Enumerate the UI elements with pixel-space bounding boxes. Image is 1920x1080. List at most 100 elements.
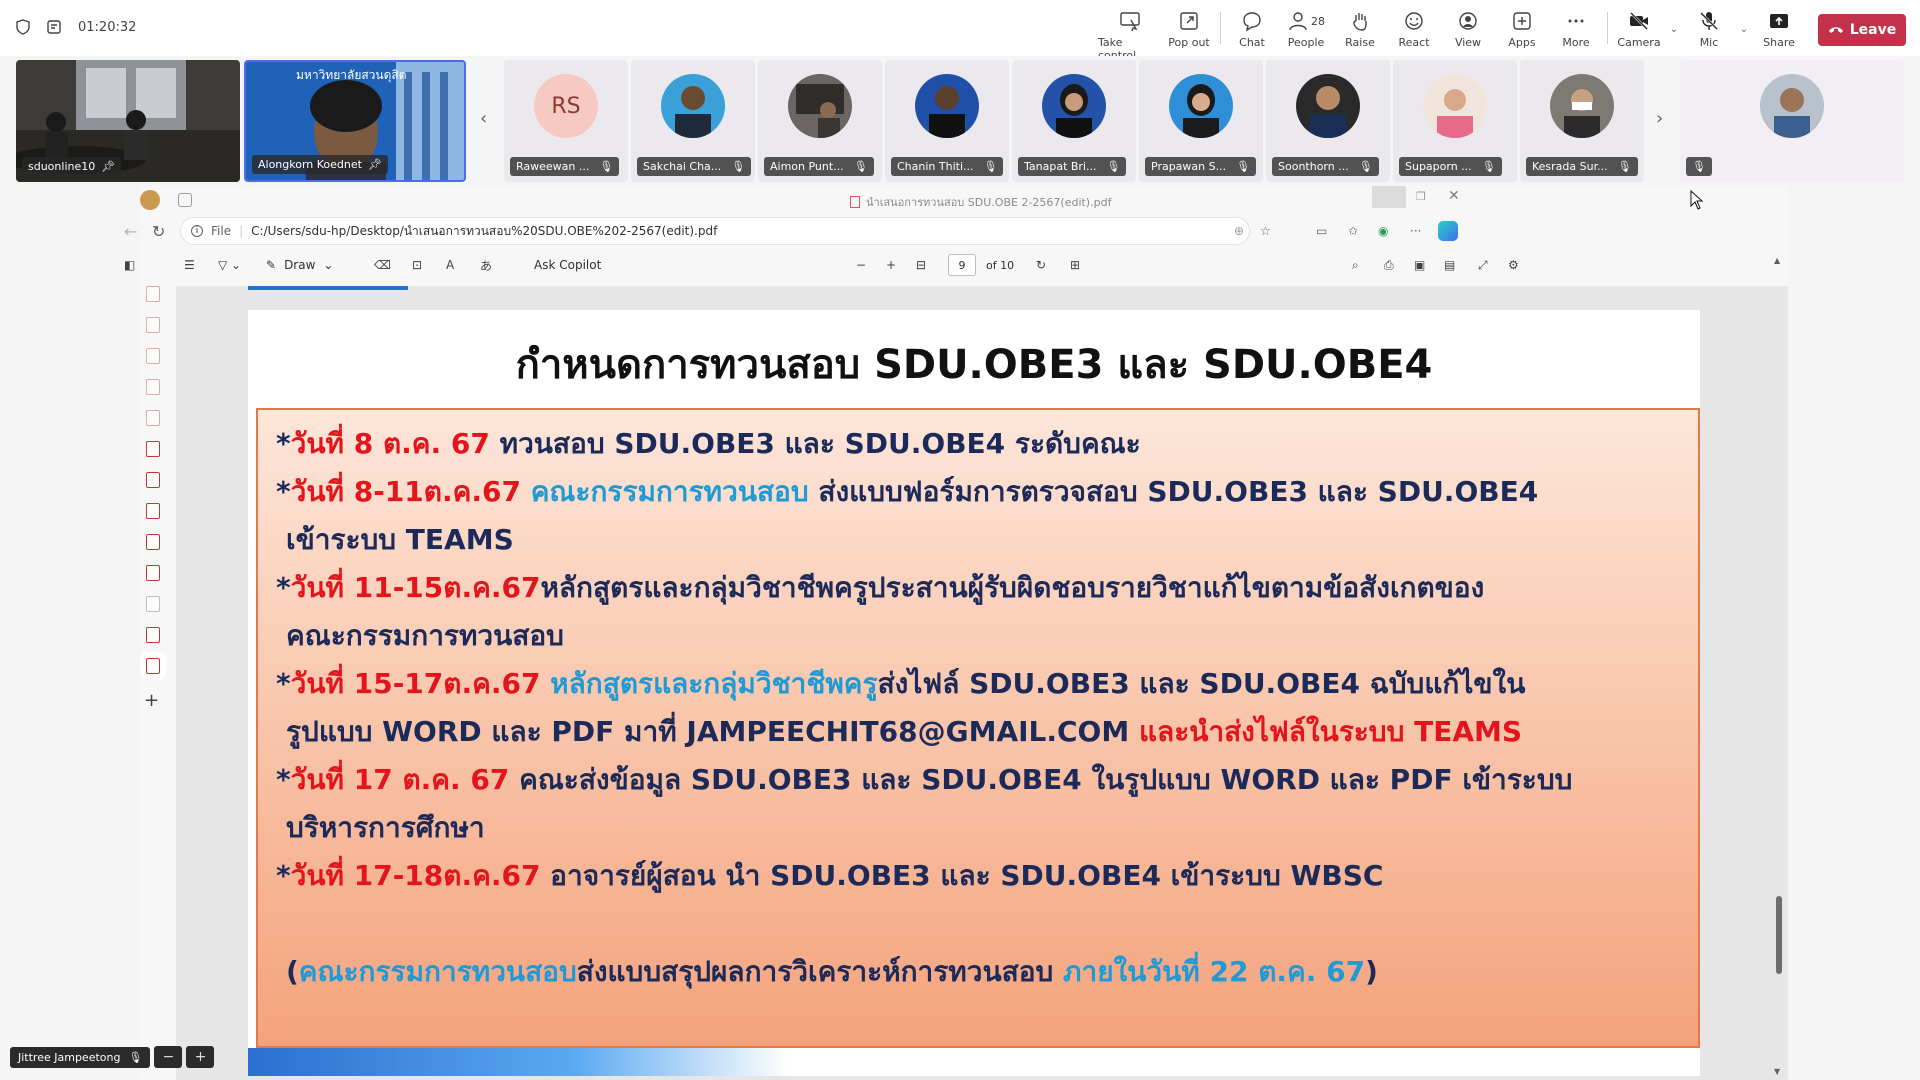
zoom-in-icon[interactable]: + (886, 258, 896, 272)
more-icon (1568, 19, 1584, 23)
page-thumbnail-icon[interactable] (146, 317, 160, 333)
tile-name-tag: Aimon Punt... 🎙︎ (764, 157, 874, 176)
page-thumbnail-icon[interactable] (146, 286, 160, 302)
draw-button[interactable]: ✎ Draw ⌄ (266, 258, 333, 272)
sidebar-toggle-icon[interactable]: ◧ (124, 258, 135, 272)
profile-avatar[interactable] (140, 190, 160, 210)
refresh-icon[interactable]: ↻ (152, 222, 165, 241)
participant-tile[interactable]: Prapawan S... 🎙︎ (1139, 60, 1263, 182)
page-thumbnail-icon[interactable] (146, 410, 160, 426)
participant-tile[interactable]: RS Raweewan ... 🎙︎ (504, 60, 628, 182)
chat-label: Chat (1239, 36, 1265, 49)
add-page-icon[interactable]: + (144, 690, 159, 711)
save-as-icon[interactable]: ▤ (1444, 258, 1455, 272)
tabs-icon[interactable] (178, 193, 192, 207)
eraser-icon[interactable]: ⌫ (374, 258, 391, 272)
page-view-icon[interactable]: ⊞ (1070, 258, 1080, 272)
pop-out-icon (1180, 12, 1198, 30)
translate-icon[interactable]: あ (480, 257, 492, 274)
more-button[interactable]: More (1549, 6, 1603, 49)
fullscreen-icon[interactable]: ⤢ (1478, 258, 1488, 273)
url-field[interactable]: i File | C:/Users/sdu-hp/Desktop/นำเสนอก… (180, 217, 1250, 245)
participant-tile[interactable]: Kesrada Sur... 🎙︎ (1520, 60, 1644, 182)
collapse-self-view-button[interactable]: − (154, 1046, 183, 1068)
chat-button[interactable]: Chat (1225, 6, 1279, 49)
back-icon[interactable]: ← (124, 222, 137, 241)
participant-tile[interactable]: Aimon Punt... 🎙︎ (758, 60, 882, 182)
contents-icon[interactable]: ☰ (184, 258, 195, 272)
participant-tile[interactable]: Tanapat Bri... 🎙︎ (1012, 60, 1136, 182)
page-thumbnail-icon-active[interactable] (146, 658, 160, 674)
settings-gear-icon[interactable]: ⚙ (1508, 258, 1519, 272)
page-thumbnail-icon[interactable] (146, 596, 160, 612)
participant-tile[interactable]: Chanin Thiti... 🎙︎ (885, 60, 1009, 182)
fit-page-icon[interactable]: ⊟ (916, 258, 926, 272)
highlight-icon[interactable]: ▽ ⌄ (218, 258, 241, 272)
camera-options-chevron-icon[interactable]: ⌄ (1666, 24, 1682, 35)
camera-button[interactable]: Camera (1612, 6, 1666, 49)
participant-tile[interactable]: Soonthorn ... 🎙︎ (1266, 60, 1390, 182)
gallery-next-chevron-icon[interactable]: › (1656, 108, 1663, 129)
leave-button[interactable]: Leave (1818, 14, 1906, 46)
print-icon[interactable]: ⎙ (1384, 258, 1394, 273)
mic-options-chevron-icon[interactable]: ⌄ (1736, 24, 1752, 35)
scrollbar-thumb[interactable] (1776, 896, 1782, 974)
rotate-icon[interactable]: ↻ (1036, 258, 1046, 272)
page-thumbnail-icon[interactable] (146, 565, 160, 581)
participant-gallery: sduonline10 📌︎ มหาวิทยาลัยสวนดุสิต Along… (0, 56, 1920, 186)
view-button[interactable]: View (1441, 6, 1495, 49)
ask-copilot-button[interactable]: Ask Copilot (534, 258, 601, 272)
expand-self-view-button[interactable]: + (186, 1046, 215, 1068)
page-thumbnail-icon[interactable] (146, 627, 160, 643)
find-icon[interactable]: ⌕ (1352, 258, 1359, 273)
apps-button[interactable]: Apps (1495, 6, 1549, 49)
share-button[interactable]: Share (1752, 6, 1806, 49)
text-box-icon[interactable]: ⊡ (412, 258, 422, 272)
page-thumbnail-icon[interactable] (146, 503, 160, 519)
page-thumbnail-icon[interactable] (146, 534, 160, 550)
copilot-icon[interactable] (1438, 221, 1458, 241)
read-aloud-icon[interactable]: A (446, 258, 454, 272)
raise-hand-button[interactable]: Raise (1333, 6, 1387, 49)
pdf-file-icon (850, 196, 860, 208)
page-thumbnail-icon[interactable] (146, 441, 160, 457)
window-title: นำเสนอการทวนสอบ SDU.OBE 2-2567(edit).pdf (850, 193, 1111, 211)
shield-icon (16, 19, 30, 35)
participant-tile[interactable]: Sakchai Cha... 🎙︎ (631, 60, 755, 182)
info-icon[interactable]: i (191, 225, 203, 237)
scroll-up-icon[interactable]: ▲ (1774, 256, 1780, 265)
self-name-tag[interactable]: Jittree Jampeetong 🎙︎ (10, 1046, 151, 1068)
zoom-out-icon[interactable]: − (856, 258, 866, 272)
pin-icon: 📌︎ (101, 160, 116, 173)
pdf-toolbar: ◧ ☰ ▽ ⌄ ✎ Draw ⌄ ⌫ ⊡ A あ Ask Copilot − + ⊟… (124, 248, 1788, 282)
video-tile-room[interactable]: sduonline10 📌︎ (16, 60, 240, 182)
participant-tile[interactable]: Supaporn ... 🎙︎ (1393, 60, 1517, 182)
video-tile-speaker[interactable]: มหาวิทยาลัยสวนดุสิต Alongkorn Koednet 📌︎ (244, 60, 466, 182)
pdf-scrollbar[interactable]: ▲ ▼ (1772, 256, 1786, 1076)
browser-more-icon[interactable]: ··· (1410, 224, 1421, 238)
minimize-button[interactable] (1372, 186, 1406, 208)
extension-icon[interactable]: ◉ (1378, 224, 1388, 238)
favorites-icon[interactable]: ✩ (1348, 224, 1358, 238)
split-screen-icon[interactable]: ▭ (1316, 224, 1327, 238)
schedule-date: วันที่ 15-17ต.ค.67 (290, 667, 541, 700)
page-thumbnail-icon[interactable] (146, 472, 160, 488)
meeting-notes-icon[interactable] (46, 18, 64, 36)
zoom-icon[interactable]: ⊕ (1234, 224, 1244, 238)
restore-icon[interactable]: ❐ (1416, 190, 1426, 203)
people-button[interactable]: 28 People (1279, 6, 1333, 49)
take-control-button[interactable]: Take control (1098, 6, 1162, 62)
mic-muted-icon: 🎙︎ (853, 160, 868, 173)
favorite-star-icon[interactable]: ☆ (1260, 224, 1271, 238)
mic-button[interactable]: Mic (1682, 6, 1736, 49)
pop-out-button[interactable]: Pop out (1162, 6, 1216, 49)
participant-tile-self[interactable]: 🎙︎ (1680, 60, 1904, 182)
close-icon[interactable]: ✕ (1448, 188, 1460, 204)
gallery-prev-chevron-icon[interactable]: ‹ (480, 108, 487, 129)
scroll-down-icon[interactable]: ▼ (1774, 1067, 1780, 1076)
save-icon[interactable]: ▣ (1414, 258, 1425, 272)
page-number-input[interactable]: 9 (948, 254, 976, 276)
react-button[interactable]: React (1387, 6, 1441, 49)
page-thumbnail-icon[interactable] (146, 348, 160, 364)
page-thumbnail-icon[interactable] (146, 379, 160, 395)
